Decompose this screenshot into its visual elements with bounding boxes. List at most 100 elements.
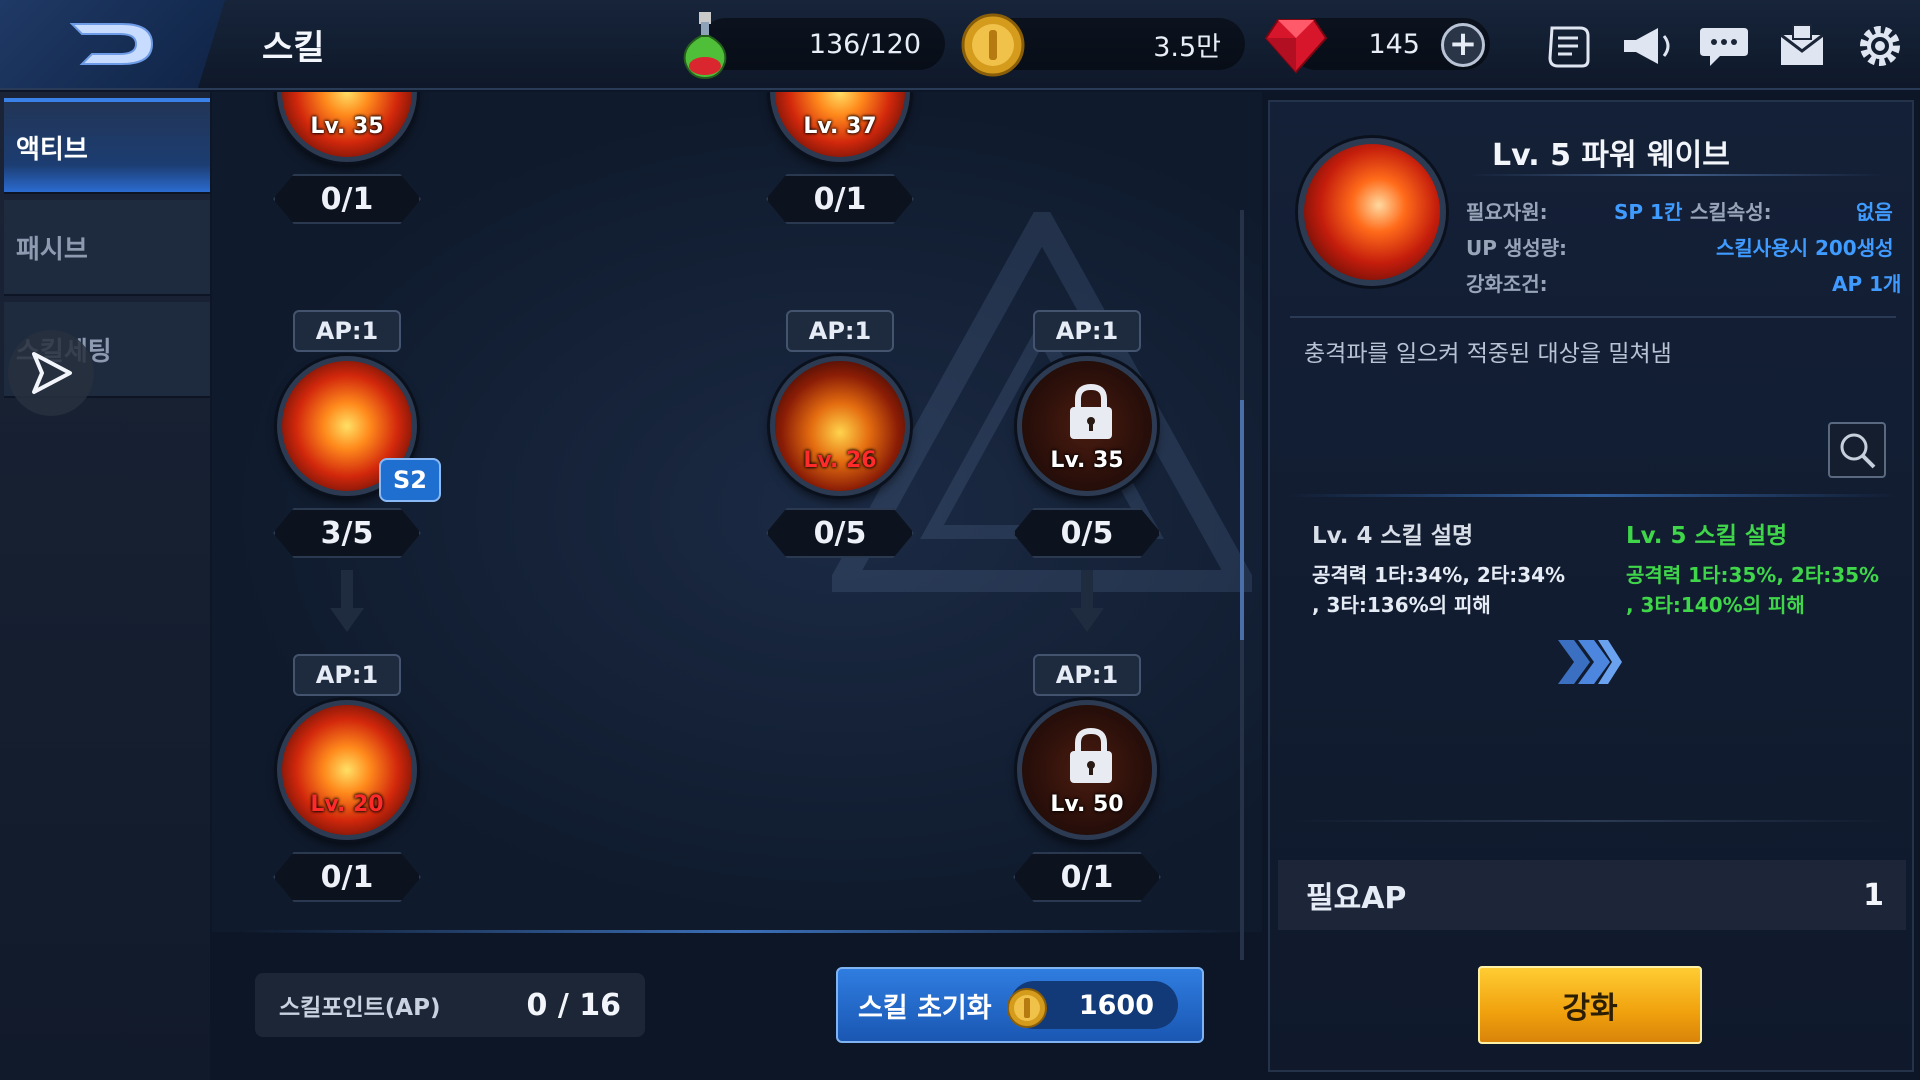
skill-points-box: 스킬포인트(AP) 0 / 16 — [255, 973, 645, 1037]
skill-detail-panel: Lv. 5 파워 웨이브 필요자원: SP 1칸 스킬속성: 없음 UP 생성량… — [1268, 100, 1914, 1072]
skill-description: 충격파를 일으켜 적중된 대상을 밀쳐냄 — [1304, 341, 1672, 367]
skill-orb: Lv. 50 — [1017, 700, 1157, 840]
potion-icon — [680, 10, 730, 84]
divider — [1290, 820, 1896, 822]
skill-count: 0/1 — [273, 174, 421, 224]
next-level-line-1: 공격력 1타:35%, 2타:35% — [1626, 563, 1880, 587]
skill-node-6[interactable]: AP:1 Lv. 20 0/1 — [267, 654, 427, 914]
skill-node-5[interactable]: AP:1 Lv. 35 0/5 — [1007, 310, 1167, 570]
page-title: 스킬 — [262, 28, 325, 68]
skill-title: Lv. 5 파워 웨이브 — [1492, 138, 1730, 173]
megaphone-icon[interactable] — [1618, 18, 1674, 74]
upgrade-label: 강화 — [1562, 991, 1618, 1026]
skill-orb: Lv. 26 — [770, 356, 910, 496]
skill-reset-label: 스킬 초기화 — [858, 992, 992, 1024]
back-logo-button[interactable] — [0, 0, 225, 88]
skill-orb: Lv. 37 — [770, 92, 910, 162]
skill-count: 0/1 — [766, 174, 914, 224]
level-requirement: Lv. 35 — [310, 114, 384, 139]
up-generation-label: UP 생성량: — [1466, 236, 1568, 260]
divider — [240, 930, 1240, 933]
skill-count: 0/5 — [1013, 508, 1161, 558]
skill-node-2[interactable]: Lv. 37 0/1 — [760, 92, 920, 282]
skill-tree: Lv. 35 0/1 Lv. 37 0/1 AP:1 S2 3/5 AP:1 L… — [212, 92, 1262, 932]
mail-icon[interactable] — [1774, 18, 1830, 74]
coin-icon — [1007, 988, 1047, 1028]
tab-active[interactable]: 액티브 — [4, 98, 210, 194]
plus-icon: + — [1448, 24, 1478, 64]
tab-passive-label: 패시브 — [16, 234, 88, 265]
stamina-counter[interactable]: 136/120 — [700, 18, 945, 70]
required-ap-row: 필요AP 1 — [1278, 860, 1906, 930]
logo-icon — [69, 23, 154, 65]
skill-points-label: 스킬포인트(AP) — [279, 995, 441, 1021]
play-button[interactable] — [8, 330, 94, 416]
chevron-right-icon — [1558, 640, 1622, 684]
required-resource-label: 필요자원: — [1466, 200, 1548, 224]
current-level-line-1: 공격력 1타:34%, 2타:34% — [1312, 563, 1566, 587]
quest-scroll-icon[interactable] — [1540, 18, 1596, 74]
ap-cost-tag: AP:1 — [293, 310, 401, 352]
add-gems-button[interactable]: + — [1441, 23, 1485, 67]
required-ap-label: 필요AP — [1306, 881, 1407, 916]
gear-icon[interactable] — [1852, 18, 1908, 74]
divider — [1290, 316, 1896, 318]
next-level-line-2: , 3타:140%의 피해 — [1626, 593, 1805, 617]
skill-points-value: 0 / 16 — [526, 987, 621, 1023]
gold-value: 3.5만 — [1153, 31, 1221, 63]
skill-node-3[interactable]: AP:1 S2 3/5 — [267, 310, 441, 570]
level-requirement: Lv. 37 — [803, 114, 877, 139]
upgrade-condition-label: 강화조건: — [1466, 272, 1548, 296]
next-level-heading: Lv. 5 스킬 설명 — [1626, 523, 1788, 549]
skill-node-4[interactable]: AP:1 Lv. 26 0/5 — [760, 310, 920, 570]
arrow-down-icon — [1070, 570, 1104, 632]
skill-orb: Lv. 20 — [277, 700, 417, 840]
stamina-value: 136/120 — [808, 28, 921, 60]
level-requirement: Lv. 35 — [1050, 448, 1124, 473]
skill-count: 0/1 — [1013, 852, 1161, 902]
skill-count: 0/5 — [766, 508, 914, 558]
skill-node-1[interactable]: Lv. 35 0/1 — [267, 92, 427, 282]
gem-value: 145 — [1368, 28, 1420, 60]
ap-cost-tag: AP:1 — [786, 310, 894, 352]
level-requirement: Lv. 26 — [803, 448, 877, 473]
current-level-heading: Lv. 4 스킬 설명 — [1312, 523, 1474, 549]
skill-node-7[interactable]: AP:1 Lv. 50 0/1 — [1007, 654, 1167, 914]
arrow-down-icon — [330, 570, 364, 632]
up-generation-value: 스킬사용시 200생성 — [1716, 236, 1894, 260]
skill-orb: Lv. 35 — [1017, 356, 1157, 496]
lock-icon — [1070, 383, 1112, 439]
ruby-icon — [1264, 14, 1328, 78]
divider — [1466, 174, 1886, 176]
required-ap-value: 1 — [1863, 877, 1884, 913]
ap-cost-tag: AP:1 — [293, 654, 401, 696]
attribute-value: 없음 — [1856, 200, 1893, 224]
attribute-label: 스킬속성: — [1690, 200, 1772, 224]
next-level-body: 공격력 1타:35%, 2타:35% , 3타:140%의 피해 — [1626, 560, 1879, 620]
ap-cost-tag: AP:1 — [1033, 310, 1141, 352]
play-icon — [32, 352, 72, 394]
tab-active-label: 액티브 — [16, 134, 88, 165]
skill-reset-button[interactable]: 스킬 초기화 1600 — [836, 967, 1204, 1043]
level-requirement: Lv. 20 — [310, 792, 384, 817]
upgrade-condition-value: AP 1개 — [1832, 272, 1902, 296]
selected-skill-icon — [1298, 138, 1446, 286]
magnifier-icon — [1840, 433, 1876, 469]
divider — [1290, 494, 1896, 497]
chat-icon[interactable] — [1696, 18, 1752, 74]
coin-icon — [960, 12, 1026, 82]
level-requirement: Lv. 50 — [1050, 792, 1124, 817]
required-resource-value: SP 1칸 — [1614, 200, 1683, 224]
tab-passive[interactable]: 패시브 — [4, 200, 210, 296]
slot-badge: S2 — [379, 458, 441, 502]
upgrade-button[interactable]: 강화 — [1478, 966, 1702, 1044]
top-bar: 스킬 136/120 3.5만 145 + — [0, 0, 1920, 90]
skill-preview-button[interactable] — [1828, 422, 1886, 478]
scrollbar-thumb[interactable] — [1240, 400, 1244, 640]
reset-cost: 1600 — [1078, 989, 1154, 1021]
skill-count: 0/1 — [273, 852, 421, 902]
ap-cost-tag: AP:1 — [1033, 654, 1141, 696]
current-level-line-2: , 3타:136%의 피해 — [1312, 593, 1491, 617]
current-level-body: 공격력 1타:34%, 2타:34% , 3타:136%의 피해 — [1312, 560, 1565, 620]
sidebar: 액티브 패시브 스킬세팅 — [0, 92, 210, 1080]
